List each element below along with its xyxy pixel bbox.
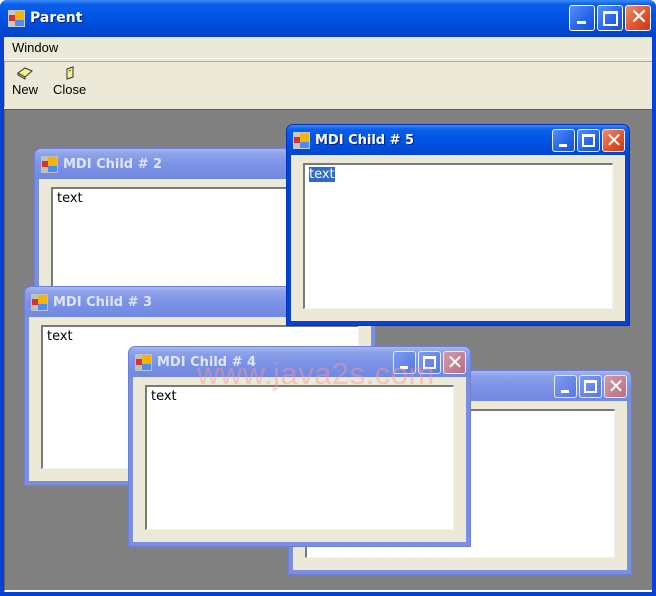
- maximize-icon: [423, 356, 436, 369]
- parent-client-area: Window New Close MDI Child # 2 text ✕ MD…: [4, 37, 652, 592]
- menu-window[interactable]: Window: [12, 40, 58, 55]
- maximize-button[interactable]: [579, 375, 602, 398]
- text-value: text: [151, 389, 177, 404]
- maximize-button[interactable]: [418, 351, 441, 374]
- minimize-button[interactable]: [393, 351, 416, 374]
- mdi-child-4[interactable]: MDI Child # 4 ✕ text: [128, 346, 471, 547]
- new-label: New: [12, 82, 39, 97]
- app-window-icon: [31, 294, 48, 311]
- new-button[interactable]: New: [12, 66, 38, 97]
- app-window-icon: [135, 354, 152, 371]
- child-title: MDI Child # 4: [157, 355, 257, 370]
- text-value: text: [57, 191, 83, 206]
- toolbar: New Close: [4, 61, 652, 107]
- maximize-button[interactable]: [577, 129, 600, 152]
- parent-title-bar[interactable]: Parent ✕: [0, 0, 656, 37]
- close-button[interactable]: ✕: [625, 5, 651, 31]
- close-button[interactable]: ✕: [604, 375, 627, 398]
- close-icon: ✕: [629, 5, 649, 30]
- app-window-icon: [41, 156, 58, 173]
- menu-bar: Window: [4, 37, 652, 59]
- close-doc-button[interactable]: Close: [53, 66, 86, 97]
- close-button[interactable]: ✕: [602, 129, 625, 152]
- close-icon: ✕: [605, 128, 623, 152]
- app-window-icon: [293, 132, 310, 149]
- minimize-icon: [577, 21, 586, 24]
- maximize-button[interactable]: [597, 5, 623, 31]
- child-title-bar[interactable]: MDI Child # 5 ✕: [287, 125, 629, 155]
- app-window-icon: [8, 10, 25, 27]
- maximize-icon: [584, 380, 597, 393]
- minimize-button[interactable]: [569, 5, 595, 31]
- text-input[interactable]: text: [145, 385, 454, 530]
- mdi-child-5[interactable]: MDI Child # 5 ✕ text: [286, 124, 630, 326]
- minimize-icon: [561, 390, 569, 393]
- new-icon: [17, 67, 33, 80]
- parent-title: Parent: [30, 10, 83, 26]
- close-icon: ✕: [607, 374, 625, 398]
- child-title: MDI Child # 2: [63, 157, 163, 172]
- child-client: text: [133, 377, 466, 542]
- mdi-client-area[interactable]: MDI Child # 2 text MDI Child # 1 ✕: [4, 109, 652, 592]
- close-doc-icon: [66, 66, 74, 80]
- child-title: MDI Child # 5: [315, 133, 415, 148]
- close-icon: ✕: [446, 350, 464, 374]
- minimize-button[interactable]: [552, 129, 575, 152]
- maximize-icon: [582, 134, 595, 147]
- close-button[interactable]: ✕: [443, 351, 466, 374]
- minimize-icon: [400, 366, 408, 369]
- minimize-icon: [559, 144, 567, 147]
- text-input[interactable]: text: [303, 163, 613, 309]
- maximize-icon: [603, 11, 618, 26]
- text-value: text: [47, 329, 73, 344]
- child-client: text: [291, 155, 625, 321]
- minimize-button[interactable]: [554, 375, 577, 398]
- close-label: Close: [53, 82, 87, 97]
- child-title: MDI Child # 3: [53, 295, 153, 310]
- parent-window: Parent ✕ Window New Close MDI Child # 2 …: [0, 0, 656, 596]
- child-title-bar[interactable]: MDI Child # 4 ✕: [129, 347, 470, 377]
- selected-text: text: [309, 167, 335, 182]
